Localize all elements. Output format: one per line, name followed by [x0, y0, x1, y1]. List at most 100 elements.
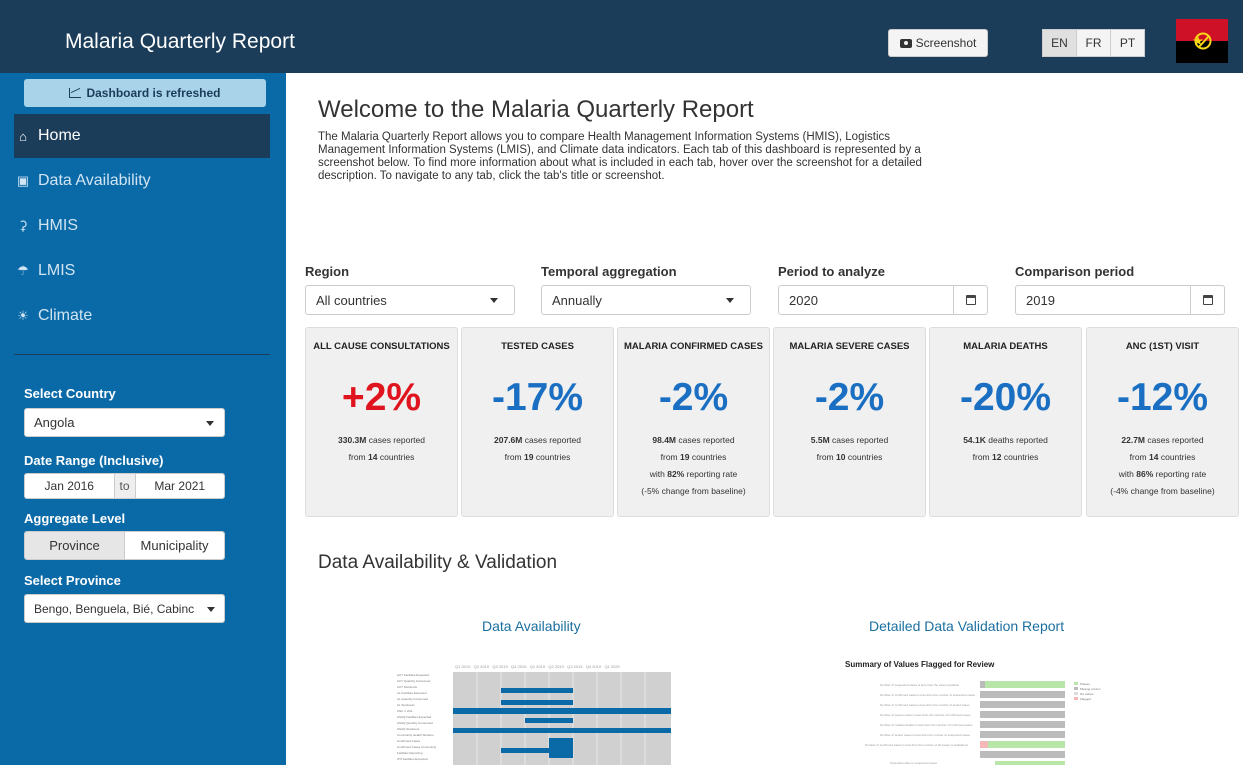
top-header: Malaria Quarterly Report Screenshot EN F… — [0, 0, 1243, 73]
kpi-line: (-5% change from baseline) — [641, 486, 746, 496]
kpi-title: MALARIA CONFIRMED CASES — [624, 341, 763, 352]
home-icon: ⌂ — [19, 128, 27, 144]
period-input[interactable]: 2020 — [778, 285, 988, 315]
refresh-button[interactable]: Dashboard is refreshed — [24, 79, 266, 107]
aggregate-municipality-button[interactable]: Municipality — [125, 532, 224, 559]
sidebar-item-hmis[interactable]: ⚳ HMIS — [14, 204, 270, 248]
kpi-line: with 82% reporting rate — [649, 469, 738, 479]
svg-text:Confirmed Cases Community: Confirmed Cases Community — [397, 745, 437, 749]
svg-text:ACT Facilities Expected: ACT Facilities Expected — [397, 673, 429, 677]
kpi-percent: +2% — [341, 376, 422, 419]
sidebar-item-data-availability[interactable]: ▣ Data Availability — [14, 159, 270, 203]
caret-down-icon — [206, 421, 214, 426]
date-from-input[interactable]: Jan 2016 — [25, 474, 114, 498]
svg-text:ACT Quantity Consumed: ACT Quantity Consumed — [397, 679, 431, 683]
select-country-label: Select Country — [24, 386, 116, 401]
svg-text:ASAQ Facilities Expected: ASAQ Facilities Expected — [397, 715, 432, 719]
kpi-line: 54.1K deaths reported — [963, 435, 1048, 445]
data-availability-screenshot[interactable]: Q1 2019 Q2 2019 Q3 2019 Q4 2019 Q1 2019 … — [395, 660, 675, 765]
date-range-separator: to — [113, 474, 136, 498]
sidebar-item-home[interactable]: ⌂ Home — [14, 114, 270, 158]
sidebar-item-climate[interactable]: ☀ Climate — [14, 294, 270, 338]
kpi-title: ANC (1ST) VISIT — [1125, 341, 1200, 352]
availability-heatmap-thumbnail: Q1 2019 Q2 2019 Q3 2019 Q4 2019 Q1 2019 … — [397, 664, 671, 765]
aggregate-level-label: Aggregate Level — [24, 511, 126, 526]
svg-text:Number of severe cases is less: Number of severe cases is less than the … — [880, 713, 971, 717]
calendar-icon[interactable] — [953, 286, 987, 314]
svg-text:AL Quantity Consumed: AL Quantity Consumed — [397, 697, 428, 701]
parachute-icon: ☂ — [17, 263, 29, 278]
sidebar-item-lmis[interactable]: ☂ LMIS — [14, 249, 270, 293]
validation-chart-thumbnail: Number of suspected cases is less than t… — [865, 681, 1101, 765]
svg-text:Missing column: Missing column — [1080, 687, 1101, 691]
svg-text:Potential outlier in suspected: Potential outlier in suspected cases — [890, 761, 938, 765]
section-title: Data Availability & Validation — [318, 552, 558, 573]
date-to-input[interactable]: Mar 2021 — [136, 474, 225, 498]
kpi-line: (-4% change from baseline) — [1110, 486, 1215, 496]
temporal-select[interactable]: Annually — [541, 285, 751, 315]
country-select[interactable]: Angola — [24, 408, 225, 437]
caret-down-icon — [207, 607, 215, 612]
kpi-title: MALARIA DEATHS — [963, 341, 1048, 352]
region-select[interactable]: All countries — [305, 285, 515, 315]
kpi-card: MALARIA SEVERE CASES -2% 5.5M cases repo… — [773, 327, 926, 517]
svg-text:ANC 1 Visit: ANC 1 Visit — [397, 709, 412, 713]
svg-text:Number of tested cases is less: Number of tested cases is less than the … — [880, 733, 971, 737]
sidebar-item-label: Home — [38, 127, 81, 144]
lang-pt-button[interactable]: PT — [1110, 29, 1145, 57]
date-range-label: Date Range (Inclusive) — [24, 453, 164, 468]
svg-text:Flagged: Flagged — [1080, 697, 1091, 701]
aggregate-province-button[interactable]: Province — [25, 532, 125, 559]
kpi-percent: -2% — [814, 376, 885, 419]
screenshot-label: Screenshot — [915, 36, 977, 50]
validation-thumb-title: Summary of Values Flagged for Review — [845, 660, 995, 669]
period-label: Period to analyze — [778, 264, 885, 279]
kpi-card: ALL CAUSE CONSULTATIONS +2% 330.3M cases… — [305, 327, 458, 517]
svg-text:ACT Stockouts: ACT Stockouts — [397, 685, 417, 689]
kpi-title: ALL CAUSE CONSULTATIONS — [313, 341, 450, 352]
app-title: Malaria Quarterly Report — [65, 30, 295, 53]
kpi-card: MALARIA CONFIRMED CASES -2% 98.4M cases … — [617, 327, 770, 517]
calendar-icon[interactable] — [1190, 286, 1224, 314]
comparison-input[interactable]: 2019 — [1015, 285, 1225, 315]
lang-fr-button[interactable]: FR — [1076, 29, 1111, 57]
kpi-line: from 10 countries — [816, 452, 883, 462]
kpi-percent: -12% — [1116, 376, 1209, 419]
validation-report-screenshot[interactable]: Summary of Values Flagged for Review Num… — [845, 660, 1105, 765]
angola-flag-icon — [1176, 19, 1228, 63]
svg-text:AL Facilities Expected: AL Facilities Expected — [397, 691, 427, 695]
camera-icon — [899, 38, 912, 48]
sidebar-item-label: HMIS — [38, 217, 78, 234]
microscope-icon: ⚳ — [18, 218, 28, 233]
kpi-line: from 12 countries — [972, 452, 1039, 462]
data-availability-link[interactable]: Data Availability — [482, 618, 581, 634]
svg-text:ASAQ Quantity Consumed: ASAQ Quantity Consumed — [397, 721, 433, 725]
select-province-label: Select Province — [24, 573, 121, 588]
kpi-percent: -20% — [959, 376, 1052, 419]
kpi-title: MALARIA SEVERE CASES — [789, 341, 910, 352]
country-value: Angola — [34, 415, 75, 430]
kpi-line: with 86% reporting rate — [1118, 469, 1207, 479]
kpi-card: TESTED CASES -17% 207.6M cases reported … — [461, 327, 614, 517]
screenshot-button[interactable]: Screenshot — [888, 29, 988, 57]
language-switcher: EN FR PT — [1042, 29, 1145, 57]
kpi-line: 22.7M cases reported — [1121, 435, 1204, 445]
kpi-line: from 14 countries — [1129, 452, 1196, 462]
region-value: All countries — [316, 292, 387, 308]
province-select[interactable]: Bengo, Benguela, Bié, Cabinc — [24, 594, 225, 623]
svg-text:Confirmed Cases: Confirmed Cases — [397, 739, 421, 743]
svg-text:Q1 2019 Q2 2019 Q3 2019: Q1 2019 Q2 2019 Q3 2019 Q4 2019 Q1 2019 … — [455, 664, 621, 669]
svg-text:ITN Facilities Expected: ITN Facilities Expected — [397, 757, 428, 761]
validation-report-link[interactable]: Detailed Data Validation Report — [869, 618, 1064, 634]
date-range-input: Jan 2016 to Mar 2021 — [24, 473, 225, 499]
refresh-label: Dashboard is refreshed — [86, 86, 221, 100]
welcome-text: The Malaria Quarterly Report allows you … — [318, 131, 922, 182]
kpi-line: from 14 countries — [348, 452, 415, 462]
svg-text:Facilities Reporting: Facilities Reporting — [397, 751, 423, 755]
svg-text:Number of suspected cases is l: Number of suspected cases is less than t… — [880, 683, 960, 687]
kpi-title: TESTED CASES — [501, 341, 574, 352]
kpi-line: from 19 countries — [504, 452, 571, 462]
kpi-percent: -2% — [658, 376, 729, 419]
lang-en-button[interactable]: EN — [1042, 29, 1077, 57]
svg-text:Community Health Workers: Community Health Workers — [397, 733, 434, 737]
